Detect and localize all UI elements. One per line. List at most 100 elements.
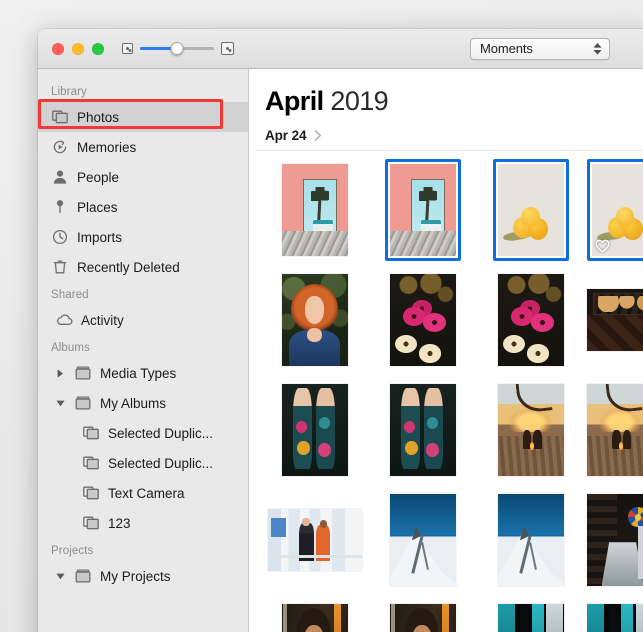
sidebar-item-recently-deleted[interactable]: Recently Deleted xyxy=(38,252,248,282)
photo-thumbnail[interactable] xyxy=(371,159,474,262)
sidebar-item-label: Selected Duplic... xyxy=(108,455,214,471)
photo-thumbnail[interactable] xyxy=(587,489,643,591)
photo-image[interactable] xyxy=(281,164,348,257)
sidebar-item-my-projects[interactable]: My Projects xyxy=(38,561,248,591)
photo-grid-cell[interactable] xyxy=(479,269,582,371)
photo-thumbnail[interactable] xyxy=(479,489,582,591)
photo-image[interactable] xyxy=(497,494,564,587)
photo-grid-cell[interactable] xyxy=(587,269,643,371)
sidebar-item-label: 123 xyxy=(108,515,131,531)
photo-image[interactable] xyxy=(497,274,564,367)
chevron-down-icon[interactable] xyxy=(55,400,66,407)
sidebar-item-people[interactable]: People xyxy=(38,162,248,192)
photo-image[interactable] xyxy=(389,164,456,257)
sidebar-item-selected-duplicates-2[interactable]: Selected Duplic... xyxy=(38,448,248,478)
photo-selection-frame[interactable] xyxy=(587,159,643,262)
photo-small-icon xyxy=(122,43,133,54)
traffic-light-buttons xyxy=(52,42,104,55)
sidebar-item-memories[interactable]: Memories xyxy=(38,132,248,162)
chevron-right-icon[interactable] xyxy=(55,368,66,378)
photo-thumbnail[interactable] xyxy=(587,599,643,632)
photo-thumbnail[interactable] xyxy=(479,269,582,371)
minimize-button[interactable] xyxy=(72,42,84,55)
photo-grid-cell[interactable] xyxy=(371,379,474,481)
photo-image[interactable] xyxy=(587,384,643,477)
sidebar-item-label: Activity xyxy=(81,312,124,328)
sidebar-item-media-types[interactable]: Media Types xyxy=(38,358,248,388)
photo-selection-frame[interactable] xyxy=(492,159,569,262)
photo-grid-cell[interactable] xyxy=(263,159,366,261)
photo-grid-cell[interactable] xyxy=(587,159,643,262)
clock-icon xyxy=(51,229,69,245)
sidebar-item-123[interactable]: 123 xyxy=(38,508,248,538)
day-section-header[interactable]: Apr 24 xyxy=(257,128,643,143)
view-mode-popup-button[interactable]: Moments xyxy=(470,37,610,60)
photo-selection-frame[interactable] xyxy=(384,159,461,262)
close-button[interactable] xyxy=(52,42,64,55)
photo-image[interactable] xyxy=(497,384,564,477)
photo-image[interactable] xyxy=(267,509,362,572)
photo-grid-cell[interactable] xyxy=(371,599,474,632)
photo-image[interactable] xyxy=(281,384,348,477)
sidebar-item-imports[interactable]: Imports xyxy=(38,222,248,252)
chevron-right-icon[interactable] xyxy=(314,130,322,142)
photo-grid-cell[interactable] xyxy=(587,379,643,481)
photo-thumbnail[interactable] xyxy=(479,379,582,481)
photo-image[interactable] xyxy=(389,494,456,587)
sidebar-item-label: Places xyxy=(77,199,118,215)
photo-thumbnail[interactable] xyxy=(587,269,643,371)
photo-thumbnail[interactable] xyxy=(371,489,474,591)
photo-grid-cell[interactable] xyxy=(371,159,474,262)
sidebar-item-photos[interactable]: Photos xyxy=(38,99,248,132)
photo-thumbnail[interactable] xyxy=(263,599,366,632)
sidebar-item-places[interactable]: Places xyxy=(38,192,248,222)
sidebar-item-text-camera[interactable]: Text Camera xyxy=(38,478,248,508)
photo-grid-cell[interactable] xyxy=(479,599,582,632)
photo-image[interactable] xyxy=(281,274,348,367)
slider-knob[interactable] xyxy=(170,42,184,55)
photo-image[interactable] xyxy=(389,604,456,632)
photo-grid-cell[interactable] xyxy=(371,269,474,371)
photo-thumbnail[interactable] xyxy=(479,599,582,632)
photo-thumbnail[interactable] xyxy=(479,159,582,262)
photo-thumbnail[interactable] xyxy=(587,379,643,481)
photo-thumbnail[interactable] xyxy=(263,269,366,371)
month-label: April xyxy=(265,86,324,116)
photo-image[interactable] xyxy=(497,164,564,257)
photo-grid-cell[interactable] xyxy=(479,159,582,262)
photo-thumbnail[interactable] xyxy=(263,379,366,481)
photo-image[interactable] xyxy=(389,274,456,367)
photo-thumbnail[interactable] xyxy=(371,599,474,632)
photo-grid-pane[interactable]: April 2019 Apr 24 xyxy=(249,69,643,632)
sidebar-item-selected-duplicates-1[interactable]: Selected Duplic... xyxy=(38,418,248,448)
photo-grid-cell[interactable] xyxy=(263,379,366,481)
photo-thumbnail[interactable] xyxy=(371,269,474,371)
photo-image[interactable] xyxy=(587,494,643,587)
sidebar-item-my-albums[interactable]: My Albums xyxy=(38,388,248,418)
photo-grid-cell[interactable] xyxy=(371,489,474,591)
photo-image[interactable] xyxy=(587,289,643,352)
photo-thumbnail[interactable] xyxy=(263,159,366,261)
photo-grid-cell[interactable] xyxy=(587,599,643,632)
photo-grid-cell[interactable] xyxy=(479,489,582,591)
photo-thumbnail[interactable] xyxy=(587,159,643,262)
photo-image[interactable] xyxy=(592,164,643,257)
photo-grid[interactable] xyxy=(257,159,643,632)
photo-image[interactable] xyxy=(389,384,456,477)
sidebar-item-activity[interactable]: Activity xyxy=(38,305,248,335)
photo-image[interactable] xyxy=(587,604,643,632)
desktop-background: Moments Library Photos Memories People P… xyxy=(0,0,643,632)
photo-grid-cell[interactable] xyxy=(263,269,366,371)
photo-thumbnail[interactable] xyxy=(263,489,366,591)
chevron-down-icon[interactable] xyxy=(55,573,66,580)
photo-thumbnail[interactable] xyxy=(371,379,474,481)
photo-grid-cell[interactable] xyxy=(263,599,366,632)
photo-grid-cell[interactable] xyxy=(587,489,643,591)
sidebar[interactable]: Library Photos Memories People Places Im… xyxy=(38,69,249,632)
thumbnail-size-slider[interactable] xyxy=(140,42,214,56)
photo-image[interactable] xyxy=(281,604,348,632)
zoom-button[interactable] xyxy=(92,42,104,55)
photo-grid-cell[interactable] xyxy=(479,379,582,481)
photo-grid-cell[interactable] xyxy=(263,489,366,591)
photo-image[interactable] xyxy=(497,604,564,632)
